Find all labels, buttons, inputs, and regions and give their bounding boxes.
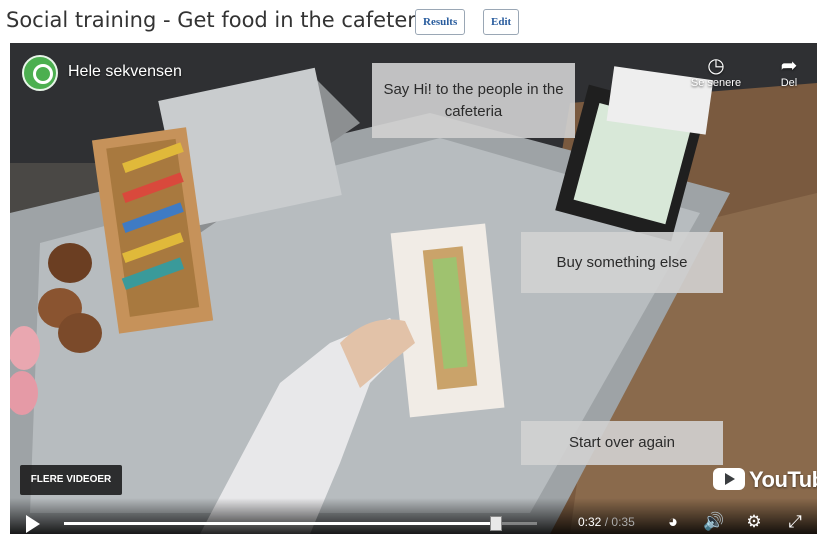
time-separator: / [604,515,609,529]
progress-fill [64,522,497,525]
play-icon[interactable] [26,515,40,533]
more-videos-button[interactable]: FLERE VIDEOER [20,465,122,495]
page-header: Social training - Get food in the cafete… [0,0,817,40]
choice-buy-something-else[interactable]: Buy something else [521,232,723,293]
watch-later-button[interactable]: ◷ Se senere [684,55,748,89]
playback-speed-icon[interactable]: ◕ [662,511,684,533]
time-display: 0:32 / 0:35 [578,515,635,529]
player-controls: 0:32 / 0:35 ◕ 🔊 ⚙ ⤢ [10,498,817,534]
video-title[interactable]: Hele sekvensen [68,63,182,81]
choice-start-over[interactable]: Start over again [521,421,723,465]
fullscreen-icon[interactable]: ⤢ [784,511,806,533]
choice-say-hi[interactable]: Say Hi! to the people in the cafeteria [372,63,575,138]
clock-icon: ◷ [707,55,725,77]
youtube-logo[interactable]: YouTube [713,467,817,493]
watch-later-label: Se senere [690,77,742,89]
volume-icon[interactable]: 🔊 [703,511,725,533]
gear-icon[interactable]: ⚙ [743,511,765,533]
youtube-play-icon [713,468,745,490]
video-player[interactable]: Hele sekvensen ◷ Se senere ➦ Del Say Hi!… [10,43,817,534]
results-button[interactable]: Results [415,9,466,35]
share-label: Del [780,77,798,89]
channel-logo-icon[interactable] [22,55,58,91]
duration: 0:35 [611,515,635,529]
share-arrow-icon: ➦ [780,55,798,77]
current-time: 0:32 [578,515,602,529]
scrubber-handle[interactable] [490,516,503,531]
progress-bar[interactable] [64,516,537,531]
page-title: Social training - Get food in the cafete… [6,8,435,32]
edit-button[interactable]: Edit [483,9,520,35]
share-button[interactable]: ➦ Del [772,55,806,89]
youtube-wordmark: YouTube [749,467,817,492]
